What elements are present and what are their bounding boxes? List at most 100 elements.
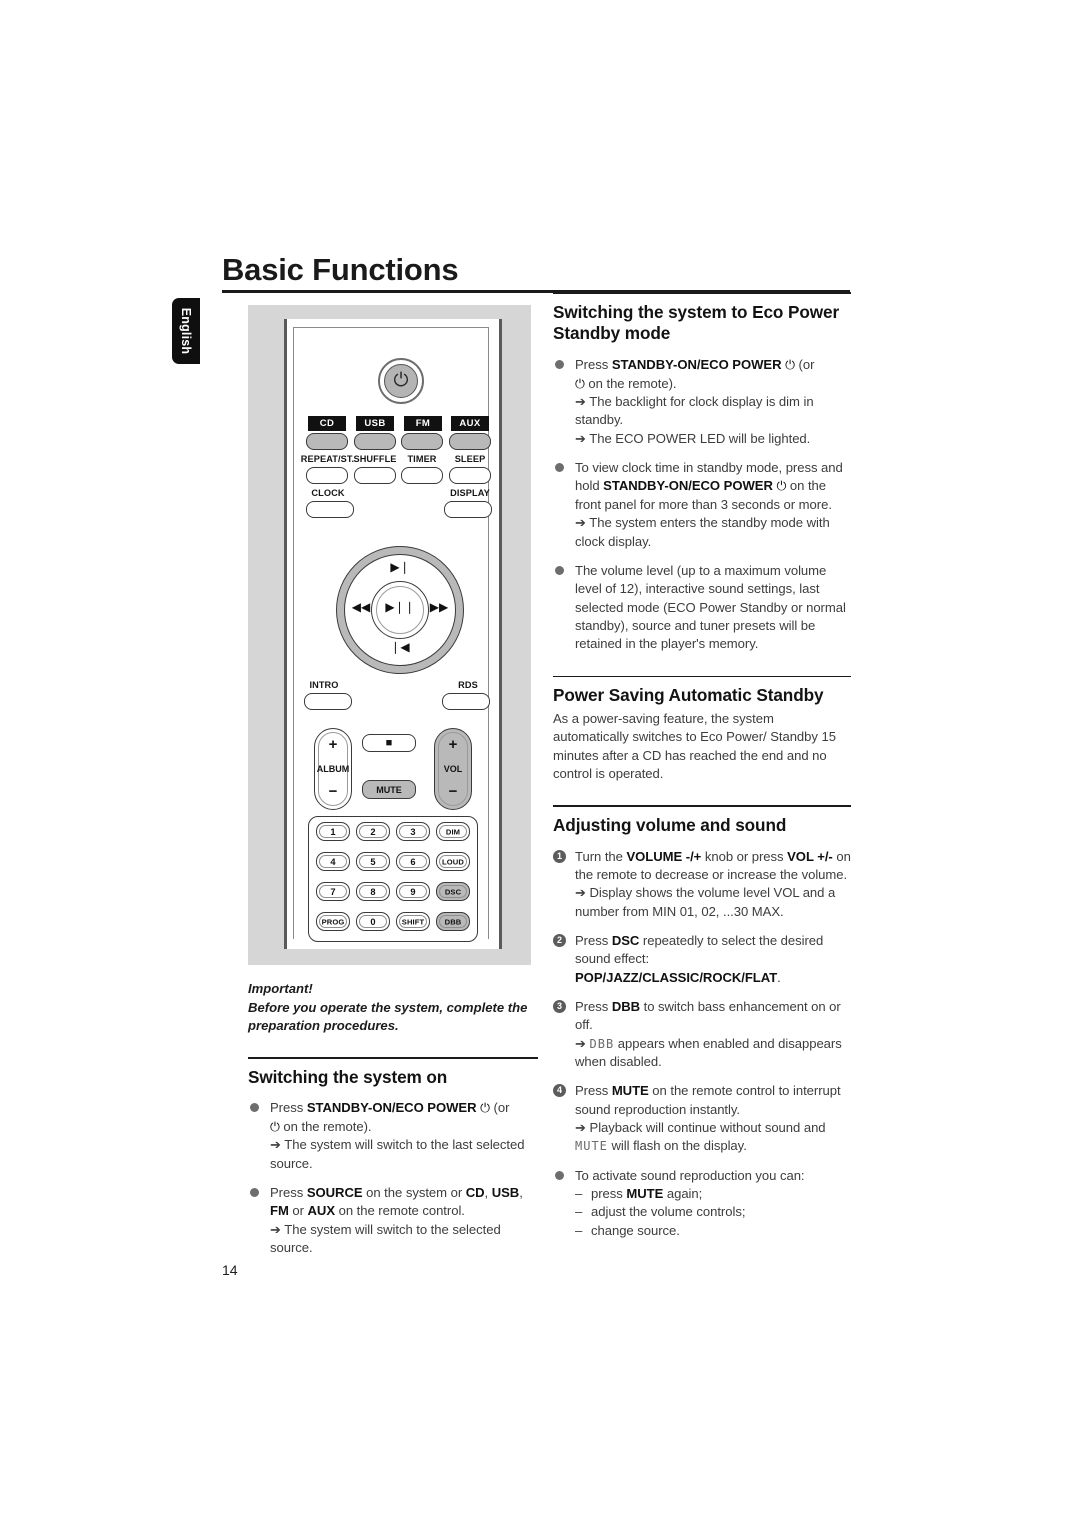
text-on-remote-control: on the remote control. xyxy=(335,1203,465,1219)
list-item: Press STANDBY-ON/ECO POWER ⏻ (or ⏻ on th… xyxy=(248,1099,538,1173)
caption-intro: INTRO xyxy=(309,680,339,690)
section-divider-eco xyxy=(553,292,851,294)
dash-icon: – xyxy=(575,1222,583,1238)
list-item: 1 Turn the VOLUME -/+ knob or press VOL … xyxy=(553,848,851,921)
key-cd xyxy=(306,433,348,450)
text-comma2: , xyxy=(519,1184,523,1200)
arrow-icon: ➔ xyxy=(270,1221,281,1237)
arrow-icon: ➔ xyxy=(575,885,586,901)
bold-standby-on-eco-power: STANDBY-ON/ECO POWER xyxy=(306,1100,477,1116)
keypad-key-dim: DIM xyxy=(436,822,470,841)
step-number-4: 4 xyxy=(553,1084,566,1098)
text-knob-or-press: knob or press xyxy=(701,848,788,864)
keypad-key-3: 3 xyxy=(396,822,430,841)
key-timer xyxy=(401,467,443,484)
step-number-3: 3 xyxy=(553,1000,566,1014)
section-divider-switching-on xyxy=(248,1056,538,1059)
power-icon: ⏻ xyxy=(270,1119,280,1134)
volume-retention-text: The volume level (up to a maximum volume… xyxy=(575,562,846,652)
text-or: or xyxy=(288,1203,308,1219)
dash-icon: – xyxy=(575,1186,583,1202)
bold-dbb: DBB xyxy=(611,999,641,1015)
text-period: . xyxy=(777,969,781,985)
list-item: 2 Press DSC repeatedly to select the des… xyxy=(553,932,851,987)
text-again: again; xyxy=(663,1186,703,1202)
list-item: Press SOURCE on the system or CD, USB, F… xyxy=(248,1184,538,1257)
result-text: The system will switch to the last selec… xyxy=(270,1137,525,1171)
stop-icon: ■ xyxy=(385,737,393,749)
step-number-1: 1 xyxy=(553,849,566,863)
bold-mute: MUTE xyxy=(611,1083,649,1099)
bold-vol: VOL +/- xyxy=(787,848,833,864)
key-display xyxy=(444,501,492,518)
bullet-icon xyxy=(555,565,564,575)
bold-mute: MUTE xyxy=(626,1186,664,1202)
list-item: 3 Press DBB to switch bass enhancement o… xyxy=(553,998,851,1071)
key-sleep xyxy=(449,467,491,484)
arrow-icon: ➔ xyxy=(575,394,586,410)
bold-standby-on-eco-power: STANDBY-ON/ECO POWER xyxy=(603,478,773,494)
important-body: Before you operate the system, complete … xyxy=(248,999,528,1034)
power-saving-body: As a power-saving feature, the system au… xyxy=(553,711,836,782)
sub-list-item: – adjust the volume controls; xyxy=(575,1203,851,1221)
power-icon: ⏻ xyxy=(785,358,795,373)
keypad-key-4: 4 xyxy=(316,852,350,871)
result-text: Playback will continue without sound and xyxy=(589,1120,826,1136)
key-usb xyxy=(354,433,396,450)
bullet-icon xyxy=(555,1170,564,1180)
text-press: Press xyxy=(270,1100,307,1116)
text-on-remote: on the remote). xyxy=(279,1118,372,1134)
arrow-icon: ➔ xyxy=(575,1035,586,1051)
bold-aux: AUX xyxy=(307,1203,336,1219)
text-press: press xyxy=(591,1186,627,1202)
display-indicator-mute: MUTE xyxy=(575,1139,608,1154)
source-label-cd: CD xyxy=(308,416,346,431)
key-fm xyxy=(401,433,443,450)
key-aux xyxy=(449,433,491,450)
keypad-key-prog: PROG xyxy=(316,912,350,931)
caption-clock: CLOCK xyxy=(311,488,345,498)
nav-right-forward-icon: ▶▶ xyxy=(429,600,449,614)
page-number: 14 xyxy=(222,1262,238,1278)
manual-page: Basic Functions English ⏻ CD USB FM AUX xyxy=(0,0,1080,1528)
keypad-key-2: 2 xyxy=(356,822,390,841)
nav-center-playpause-icon: ▶❘❘ xyxy=(385,600,415,614)
key-shuffle xyxy=(354,467,396,484)
text-change-source: change source. xyxy=(591,1222,680,1238)
important-title: Important! xyxy=(248,981,313,996)
text-or: (or xyxy=(489,1100,510,1116)
remote-control-illustration: ⏻ CD USB FM AUX REPEAT/ST. SHUFFLE TIMER… xyxy=(248,305,531,965)
result-text-cont: will flash on the display. xyxy=(607,1138,747,1154)
text-comma: , xyxy=(484,1184,492,1200)
bold-dsc: DSC xyxy=(611,933,640,949)
result-text: The backlight for clock display is dim i… xyxy=(575,394,814,428)
remote-body: ⏻ CD USB FM AUX REPEAT/ST. SHUFFLE TIMER… xyxy=(284,319,502,949)
arrow-icon: ➔ xyxy=(575,430,586,446)
key-repeat-st xyxy=(306,467,348,484)
key-intro xyxy=(304,693,352,710)
caption-shuffle: SHUFFLE xyxy=(353,454,397,464)
language-tab: English xyxy=(172,298,200,364)
text-turn: Turn the xyxy=(575,848,627,864)
display-indicator-dbb: DBB xyxy=(589,1036,615,1051)
keypad-key-1: 1 xyxy=(316,822,350,841)
bullet-icon xyxy=(555,360,564,370)
bullet-icon xyxy=(555,463,564,473)
nav-up-play-icon: ▶❘ xyxy=(390,560,410,574)
text-press: Press xyxy=(270,1184,307,1200)
bullet-icon xyxy=(250,1187,259,1197)
keypad-key-loud: LOUD xyxy=(436,852,470,871)
album-label: ALBUM xyxy=(316,764,350,774)
caption-display: DISPLAY xyxy=(450,488,490,498)
bold-source: SOURCE xyxy=(306,1184,363,1200)
album-plus-label: + xyxy=(328,736,338,753)
heading-power-saving: Power Saving Automatic Standby xyxy=(553,685,824,706)
section-divider-adjusting-volume xyxy=(553,805,851,808)
volume-minus-label: − xyxy=(448,783,458,800)
caption-sleep: SLEEP xyxy=(454,454,486,464)
keypad-key-0: 0 xyxy=(356,912,390,931)
key-clock xyxy=(306,501,354,518)
bold-usb: USB xyxy=(491,1184,520,1200)
dash-icon: – xyxy=(575,1204,583,1220)
arrow-icon: ➔ xyxy=(575,515,586,531)
